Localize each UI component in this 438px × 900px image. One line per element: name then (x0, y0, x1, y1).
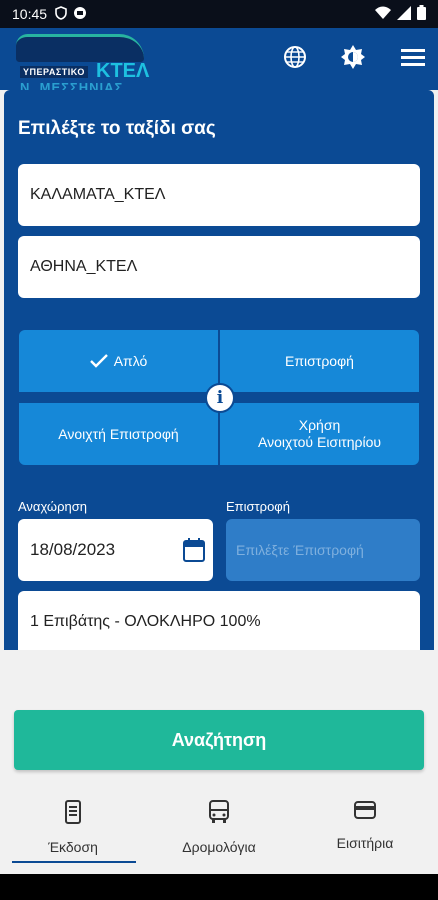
nav-item-tickets[interactable]: Εισιτήρια (292, 790, 438, 864)
origin-field[interactable]: ΚΑΛΑΜΑΤΑ_ΚΤΕΛ (18, 164, 420, 226)
return-date-field[interactable]: Επιλέξτε Έπιστροφή (226, 519, 420, 581)
info-icon: i (207, 385, 233, 411)
globe-icon[interactable] (282, 44, 308, 70)
ktel-logo[interactable]: ΥΠΕΡΑΣΤΙΚΟ ΚΤΕΛ Ν. ΜΕΣΣΗΝΙΑΣ (16, 30, 152, 90)
logo-region: Ν. ΜΕΣΣΗΝΙΑΣ (20, 80, 124, 90)
nav-label-issue: Έκδοση (48, 839, 98, 855)
signal-icon (397, 5, 411, 23)
status-time: 10:45 (12, 6, 48, 22)
logo-tag: ΥΠΕΡΑΣΤΙΚΟ (20, 66, 88, 78)
bottom-nav: Έκδοση Δρομολόγια Εισιτήρια (0, 790, 438, 874)
wifi-icon (375, 6, 391, 22)
system-navigation-bar (0, 874, 438, 900)
bus-icon (209, 800, 229, 829)
return-label: Επιστροφή (226, 499, 290, 514)
departure-date-field[interactable]: 18/08/2023 (18, 519, 213, 581)
search-button[interactable]: Αναζήτηση (14, 710, 424, 770)
logo-bus-graphic (16, 34, 144, 62)
menu-icon[interactable] (400, 44, 426, 70)
passengers-field[interactable]: 1 Επιβάτης - ΟΛΟΚΛΗΡΟ 100% (18, 591, 420, 650)
form-title: Επιλέξτε το ταξίδι σας (18, 118, 216, 139)
passengers-value: 1 Επιβάτης - ΟΛΟΚΛΗΡΟ 100% (30, 613, 261, 630)
sync-status-icon (73, 6, 87, 23)
info-button[interactable]: i (205, 383, 235, 413)
status-bar: 10:45 (0, 0, 438, 28)
nav-label-routes: Δρομολόγια (182, 839, 256, 855)
ticket-phone-icon (65, 800, 81, 829)
destination-field[interactable]: ΑΘΗΝΑ_ΚΤΕΛ (18, 236, 420, 298)
trip-type-open-return-button[interactable]: Ανοιχτή Επιστροφή (19, 403, 218, 465)
trip-type-return-button[interactable]: Επιστροφή (220, 330, 419, 392)
departure-date-value: 18/08/2023 (30, 540, 116, 559)
trip-type-open-return-label: Ανοιχτή Επιστροφή (58, 425, 179, 442)
trip-type-return-label: Επιστροφή (285, 352, 354, 369)
return-date-placeholder: Επιλέξτε Έπιστροφή (236, 542, 364, 558)
check-icon (89, 354, 108, 368)
calendar-icon[interactable] (183, 538, 205, 567)
trip-type-one-way-button[interactable]: Απλό (19, 330, 218, 392)
app-header: ΥΠΕΡΑΣΤΙΚΟ ΚΤΕΛ Ν. ΜΕΣΣΗΝΙΑΣ (0, 28, 438, 90)
trip-type-open-ticket-label-line2: Ανοιχτού Εισιτηρίου (257, 434, 382, 450)
trip-type-open-ticket-button[interactable]: Χρήση Ανοιχτού Εισιτηρίου (220, 403, 419, 465)
departure-label: Αναχώρηση (18, 499, 87, 514)
brightness-icon[interactable] (340, 44, 366, 70)
shield-status-icon (55, 5, 67, 23)
nav-item-routes[interactable]: Δρομολόγια (146, 790, 292, 864)
trip-form-panel: Επιλέξτε το ταξίδι σας ΚΑΛΑΜΑΤΑ_ΚΤΕΛ ΑΘΗ… (4, 90, 434, 650)
trip-type-one-way-label: Απλό (113, 352, 148, 369)
wallet-icon (354, 800, 376, 825)
active-tab-indicator (12, 861, 136, 863)
nav-label-tickets: Εισιτήρια (336, 835, 394, 851)
trip-type-open-ticket-label-line1: Χρήση (298, 417, 341, 433)
battery-icon (417, 5, 426, 23)
trip-type-selector: Απλό Επιστροφή Ανοιχτή Επιστροφή Χρήση Α… (19, 330, 419, 465)
nav-item-issue[interactable]: Έκδοση (0, 790, 146, 864)
